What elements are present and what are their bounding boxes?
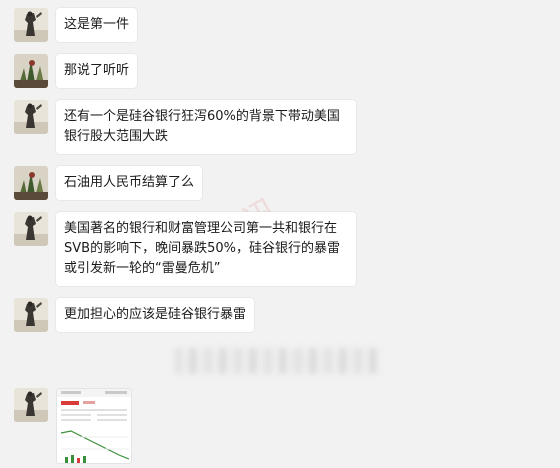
statue-avatar-icon [14,388,48,422]
message-bubble[interactable]: 这是第一件 [56,8,138,42]
statue-avatar-icon [14,212,48,246]
message-row [14,388,132,464]
avatar[interactable] [14,298,48,332]
plant-avatar-icon [14,166,48,200]
blurred-system-notice [174,348,380,374]
message-row: 这是第一件 [14,8,138,42]
message-row: 那说了听听 [14,54,138,88]
message-bubble[interactable]: 美国著名的银行和财富管理公司第一共和银行在SVB的影响下，晚间暴跌50%，硅谷银… [56,212,356,286]
avatar[interactable] [14,388,48,422]
avatar[interactable] [14,166,48,200]
image-message-thumbnail[interactable] [56,388,132,464]
message-bubble[interactable]: 更加担心的应该是硅谷银行暴雷 [56,298,255,332]
message-row: 还有一个是硅谷银行狂泻60%的背景下带动美国银行股大范围大跌 [14,100,356,154]
statue-avatar-icon [14,298,48,332]
statue-avatar-icon [14,100,48,134]
stock-chart-screenshot-icon [57,389,131,463]
avatar[interactable] [14,8,48,42]
plant-avatar-icon [14,54,48,88]
message-row: 更加担心的应该是硅谷银行暴雷 [14,298,255,332]
avatar[interactable] [14,100,48,134]
message-row: 美国著名的银行和财富管理公司第一共和银行在SVB的影响下，晚间暴跌50%，硅谷银… [14,212,356,286]
message-bubble[interactable]: 还有一个是硅谷银行狂泻60%的背景下带动美国银行股大范围大跌 [56,100,356,154]
avatar[interactable] [14,212,48,246]
message-bubble[interactable]: 那说了听听 [56,54,138,88]
avatar[interactable] [14,54,48,88]
message-bubble[interactable]: 石油用人民币结算了么 [56,166,203,200]
message-row: 石油用人民币结算了么 [14,166,203,200]
statue-avatar-icon [14,8,48,42]
